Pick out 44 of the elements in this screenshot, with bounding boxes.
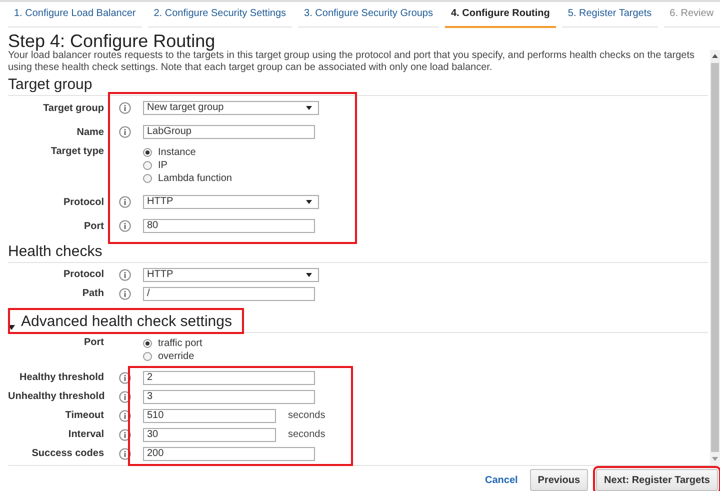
description-text: Your load balancer routes requests to the targets in this target group using the protocol and port that you specify, and performs health checks on the targets using these health check settings. Note that each target group can be associated with only one load balancer. xyxy=(8,50,696,74)
previous-button[interactable]: Previous xyxy=(530,469,588,491)
radio-label: Instance xyxy=(158,147,196,158)
cancel-link[interactable]: Cancel xyxy=(484,474,518,486)
step-tab[interactable]: 2. Configure Security Settings xyxy=(148,8,292,28)
field-label: Path xyxy=(81,288,104,299)
field-label: Port xyxy=(83,220,104,232)
step-tab[interactable]: 4. Configure Routing xyxy=(445,8,556,28)
section-heading: Target group xyxy=(8,76,92,93)
input-field[interactable]: / xyxy=(143,286,315,300)
field-label: Protocol xyxy=(62,196,104,208)
field-label: Interval xyxy=(67,429,104,440)
step-tab[interactable]: 3. Configure Security Groups xyxy=(298,8,439,28)
unit-label: seconds xyxy=(288,429,326,440)
field-label: Timeout xyxy=(64,410,104,421)
input-field[interactable]: LabGroup xyxy=(143,125,315,139)
select-field[interactable]: HTTP xyxy=(143,195,319,209)
select-field[interactable]: HTTP xyxy=(143,268,319,282)
unit-label: seconds xyxy=(288,410,326,421)
step-tab[interactable]: 1. Configure Load Balancer xyxy=(8,8,142,28)
select-field[interactable]: New target group xyxy=(143,101,319,115)
input-field[interactable]: 80 xyxy=(143,219,315,233)
field-label: Healthy threshold xyxy=(18,372,104,383)
radio-label: override xyxy=(158,351,194,362)
input-field[interactable]: 510 xyxy=(143,408,276,422)
section-heading[interactable]: Advanced health check settings xyxy=(21,313,232,330)
input-field[interactable]: 30 xyxy=(143,428,276,442)
field-label: Success codes xyxy=(30,448,104,459)
field-label: Name xyxy=(76,126,104,138)
field-label: Unhealthy threshold xyxy=(8,391,104,402)
input-field[interactable]: 3 xyxy=(143,390,315,404)
field-label: Protocol xyxy=(62,269,104,280)
input-field[interactable]: 200 xyxy=(143,446,315,460)
field-label: Port xyxy=(83,337,104,348)
page-title: Step 4: Configure Routing xyxy=(8,32,216,50)
input-field[interactable]: 2 xyxy=(143,370,315,384)
radio-label: traffic port xyxy=(158,338,202,349)
step-tab[interactable]: 5. Register Targets xyxy=(562,8,658,28)
radio-label: Lambda function xyxy=(158,173,232,184)
radio-label: IP xyxy=(158,160,168,171)
next-button[interactable]: Next: Register Targets xyxy=(596,469,718,491)
field-label: Target type xyxy=(50,146,104,157)
section-heading: Health checks xyxy=(8,243,102,260)
field-label: Target group xyxy=(42,102,104,114)
